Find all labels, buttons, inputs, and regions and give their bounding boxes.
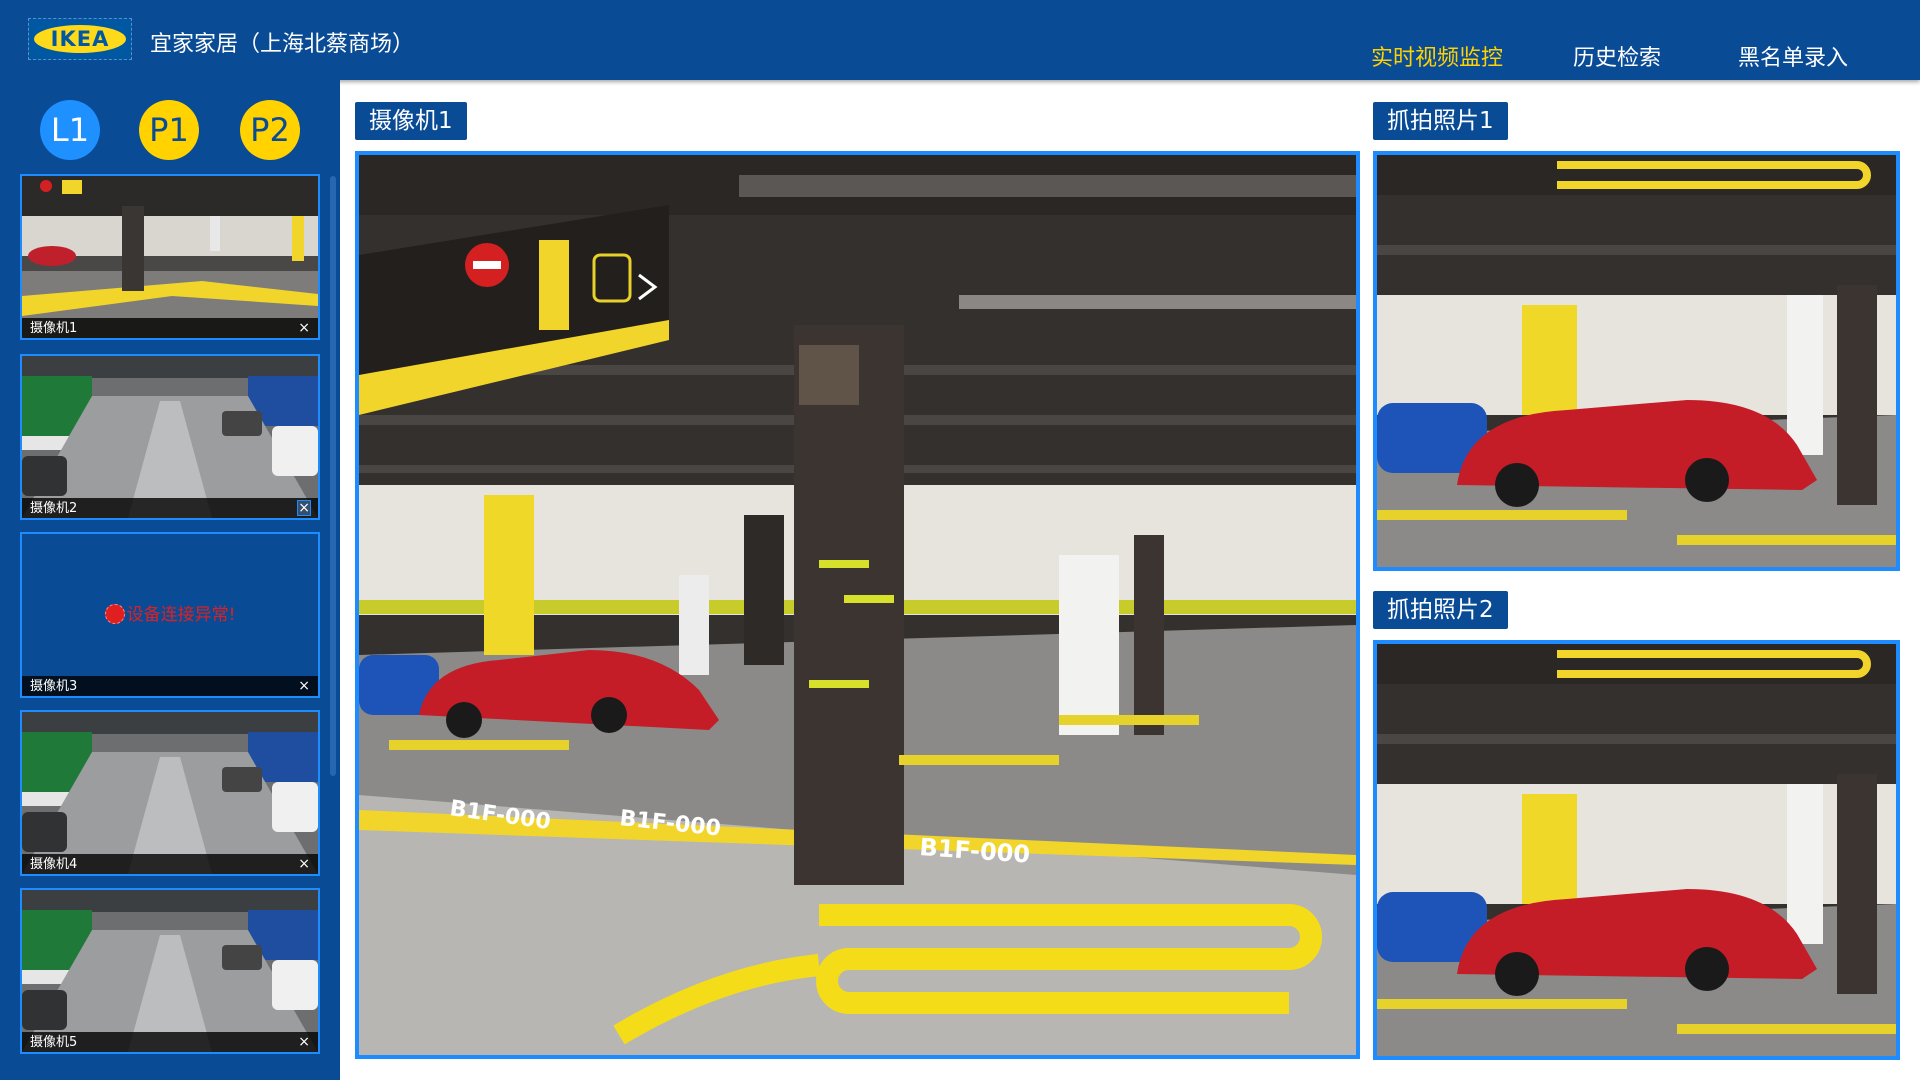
camera-label-4: 摄像机4 <box>30 857 78 872</box>
top-header: IKEA 宜家家居（上海北蔡商场） 实时视频监控 历史检索 黑名单录入 <box>0 0 1920 80</box>
snapshot-1-title: 抓拍照片1 <box>1373 102 1508 140</box>
close-icon[interactable]: × <box>298 320 310 336</box>
camera-thumb-2[interactable]: 摄像机2 × <box>20 354 320 520</box>
floor-button-p1[interactable]: P1 <box>139 100 199 160</box>
camera-2-preview <box>22 356 318 518</box>
nav-blacklist-entry[interactable]: 黑名单录入 <box>1738 40 1848 72</box>
nav-history-search[interactable]: 历史检索 <box>1573 40 1661 72</box>
nav-live-monitor[interactable]: 实时视频监控 <box>1371 40 1503 72</box>
camera-1-preview <box>22 176 318 338</box>
camera-thumb-5[interactable]: 摄像机5 × <box>20 888 320 1054</box>
camera-label-3: 摄像机3 <box>30 679 78 694</box>
camera-label-1: 摄像机1 <box>30 321 78 336</box>
camera-4-preview <box>22 712 318 874</box>
camera-thumb-1[interactable]: 摄像机1 × <box>20 174 320 340</box>
camera-label-5: 摄像机5 <box>30 1035 78 1050</box>
close-icon[interactable]: × <box>298 856 310 872</box>
camera-5-preview <box>22 890 318 1052</box>
camera-label-2: 摄像机2 <box>30 501 78 516</box>
floor-button-p2[interactable]: P2 <box>240 100 300 160</box>
logo-text: IKEA <box>50 27 110 51</box>
close-icon[interactable]: × <box>298 678 310 694</box>
camera-thumb-4[interactable]: 摄像机4 × <box>20 710 320 876</box>
camera-thumb-3[interactable]: 设备连接异常! 摄像机3 × <box>20 532 320 698</box>
snapshot-2-image <box>1377 644 1896 1056</box>
camera-sidebar: L1 P1 P2 摄像机1 × 摄像机2 × 设备连接异常! 摄像机3 × 摄像… <box>0 80 340 1080</box>
store-name: 宜家家居（上海北蔡商场） <box>150 32 415 57</box>
floor-button-l1[interactable]: L1 <box>40 100 100 160</box>
ikea-logo[interactable]: IKEA <box>28 18 132 60</box>
camera-view-title: 摄像机1 <box>355 102 467 140</box>
error-icon <box>104 604 125 624</box>
snapshot-2-view[interactable] <box>1373 640 1900 1060</box>
close-icon[interactable]: × <box>298 1034 310 1050</box>
close-icon[interactable]: × <box>297 500 311 516</box>
error-text: 设备连接异常! <box>126 605 236 625</box>
main-camera-feed: B1F-000 B1F-000 B1F-000 <box>359 155 1356 1055</box>
main-camera-view[interactable]: B1F-000 B1F-000 B1F-000 <box>355 151 1360 1059</box>
sidebar-scrollbar[interactable] <box>330 176 336 776</box>
snapshot-2-title: 抓拍照片2 <box>1373 591 1508 629</box>
snapshot-1-view[interactable] <box>1373 151 1900 571</box>
device-error-message: 设备连接异常! <box>22 600 318 625</box>
snapshot-1-image <box>1377 155 1896 567</box>
